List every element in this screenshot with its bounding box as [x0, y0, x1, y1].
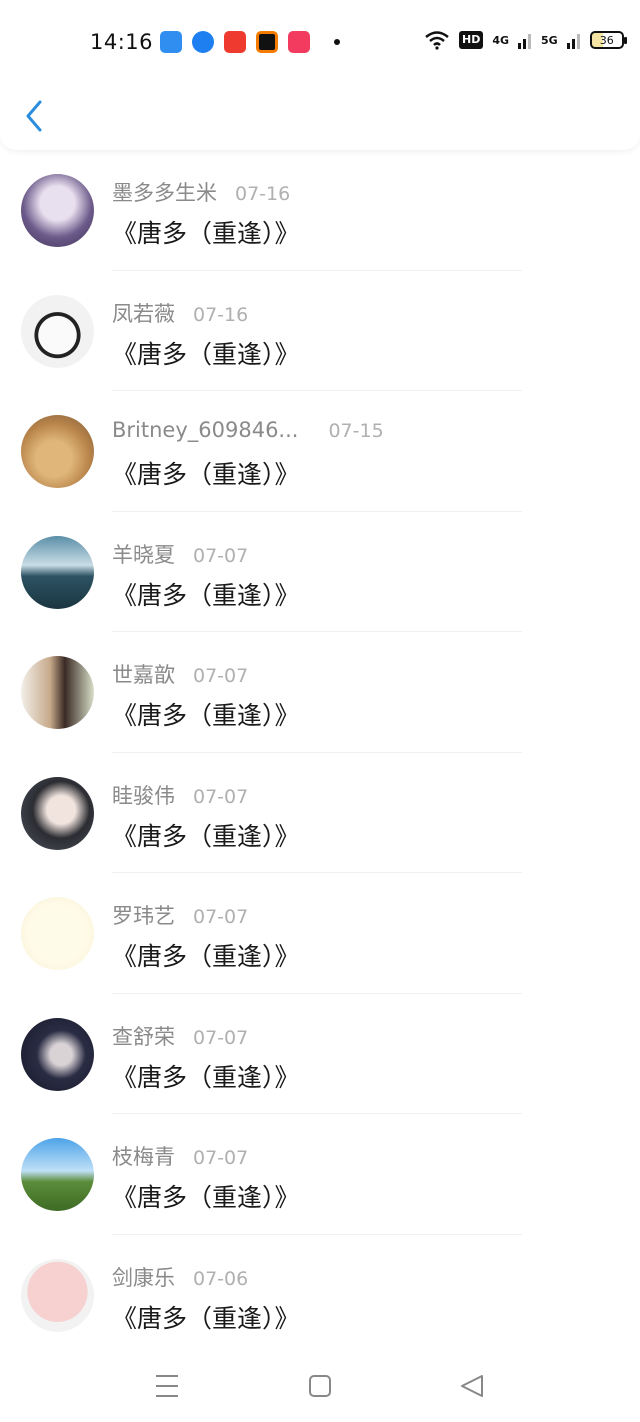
- system-icons: HD 4G 5G 36: [424, 30, 627, 50]
- comment-meta: 凤若薇 07-16: [112, 298, 248, 328]
- user-avatar[interactable]: [21, 174, 94, 247]
- battery-level: 36: [599, 33, 614, 47]
- system-nav-bar: [0, 1350, 640, 1422]
- home-button[interactable]: [300, 1368, 340, 1404]
- chevron-left-icon: [26, 100, 42, 132]
- user-name[interactable]: 世嘉歆: [112, 659, 175, 689]
- comment-text: 《唐多（重逢）》: [112, 821, 300, 851]
- comment-row[interactable]: 罗玮艺 07-07 《唐多（重逢）》: [0, 873, 640, 994]
- comment-row[interactable]: 查舒荣 07-07 《唐多（重逢）》: [0, 994, 640, 1114]
- user-avatar[interactable]: [21, 1258, 94, 1332]
- comment-meta: 眭骏伟 07-07: [112, 780, 248, 810]
- notification-icons: [160, 31, 340, 53]
- hd-badge: HD: [459, 31, 484, 49]
- comment-text: 《唐多（重逢）》: [112, 339, 300, 369]
- user-avatar[interactable]: [21, 656, 94, 729]
- user-name[interactable]: 凤若薇: [112, 298, 175, 328]
- comment-date: 07-07: [193, 785, 249, 808]
- top-header: 14:16 HD 4G 5G 36: [0, 0, 640, 150]
- comment-date: 07-16: [235, 183, 291, 205]
- comment-text: 《唐多（重逢）》: [112, 460, 300, 489]
- user-name[interactable]: 罗玮艺: [112, 900, 175, 930]
- user-avatar[interactable]: [21, 1138, 94, 1211]
- comment-row[interactable]: 墨多多生米 07-16 《唐多（重逢）》: [0, 150, 640, 271]
- comment-text: 《唐多（重逢）》: [112, 942, 300, 971]
- wifi-icon: [425, 31, 449, 50]
- app-notification-icon: [256, 31, 278, 53]
- comment-date: 07-16: [193, 303, 249, 326]
- battery-icon: 36: [589, 31, 627, 49]
- comment-row[interactable]: Britney_609846... 07-15 《唐多（重逢）》: [0, 391, 640, 512]
- comment-text: 《唐多（重逢）》: [112, 1303, 300, 1333]
- user-avatar[interactable]: [21, 415, 94, 488]
- comment-date: 07-07: [193, 544, 249, 567]
- status-bar: 14:16 HD 4G 5G 36: [0, 0, 640, 84]
- comment-text: 《唐多（重逢）》: [112, 701, 300, 730]
- comment-text: 《唐多（重逢）》: [112, 1062, 300, 1092]
- more-notifications-dot-icon: [334, 39, 340, 45]
- comment-meta: 查舒荣 07-07: [112, 1021, 248, 1051]
- status-time: 14:16: [90, 30, 154, 54]
- comment-date: 07-07: [193, 665, 249, 687]
- comment-meta: 世嘉歆 07-07: [112, 659, 248, 689]
- home-square-icon: [309, 1375, 331, 1397]
- app-notification-icon: [160, 31, 182, 53]
- user-name[interactable]: 眭骏伟: [112, 780, 175, 810]
- comment-list: 墨多多生米 07-16 《唐多（重逢）》 凤若薇 07-16 《唐多（重逢）》 Britne…: [0, 150, 640, 1355]
- user-name[interactable]: 查舒荣: [112, 1021, 175, 1051]
- comment-meta: 枝梅青 07-07: [112, 1141, 248, 1171]
- user-avatar[interactable]: [21, 294, 94, 368]
- back-triangle-icon: [461, 1375, 483, 1397]
- signal-icon: [566, 34, 580, 49]
- comment-row[interactable]: 羊晓夏 07-07 《唐多（重逢）》: [0, 512, 640, 632]
- comment-text: 《唐多（重逢）》: [112, 580, 300, 610]
- comment-date: 07-06: [193, 1267, 249, 1290]
- user-avatar[interactable]: [21, 535, 94, 609]
- nav-back-button[interactable]: [452, 1368, 492, 1404]
- app-notification-icon: [192, 31, 214, 53]
- app-notification-icon: [224, 31, 246, 53]
- comment-row[interactable]: 凤若薇 07-16 《唐多（重逢）》: [0, 271, 640, 391]
- signal-icon: [518, 34, 532, 49]
- comment-row[interactable]: 眭骏伟 07-07 《唐多（重逢）》: [0, 753, 640, 873]
- user-avatar[interactable]: [21, 897, 94, 970]
- menu-button[interactable]: [148, 1368, 188, 1404]
- comment-meta: 罗玮艺 07-07: [112, 900, 248, 930]
- user-name[interactable]: 枝梅青: [112, 1141, 175, 1171]
- comment-date: 07-07: [193, 1147, 249, 1169]
- user-avatar[interactable]: [21, 776, 94, 850]
- user-name[interactable]: 羊晓夏: [112, 539, 175, 569]
- comment-meta: 羊晓夏 07-07: [112, 539, 248, 569]
- comment-meta: Britney_609846... 07-15: [112, 418, 384, 442]
- app-notification-icon: [288, 31, 310, 53]
- comment-meta: 墨多多生米 07-16: [112, 177, 290, 207]
- comment-date: 07-15: [328, 420, 384, 442]
- network-5g-label: 5G: [541, 33, 558, 47]
- comment-text: 《唐多（重逢）》: [112, 1183, 300, 1212]
- user-avatar[interactable]: [21, 1017, 94, 1091]
- user-name[interactable]: 墨多多生米: [112, 177, 217, 207]
- user-name[interactable]: Britney_609846...: [112, 418, 298, 442]
- comment-row[interactable]: 剑康乐 07-06 《唐多（重逢）》: [0, 1235, 640, 1355]
- comment-text: 《唐多（重逢）》: [112, 219, 300, 248]
- comment-date: 07-07: [193, 906, 249, 928]
- comment-date: 07-07: [193, 1026, 249, 1049]
- comment-row[interactable]: 世嘉歆 07-07 《唐多（重逢）》: [0, 632, 640, 753]
- user-name[interactable]: 剑康乐: [112, 1262, 175, 1292]
- menu-icon: [156, 1375, 178, 1397]
- comment-row[interactable]: 枝梅青 07-07 《唐多（重逢）》: [0, 1114, 640, 1235]
- comment-meta: 剑康乐 07-06: [112, 1262, 248, 1292]
- back-button[interactable]: [20, 96, 50, 136]
- network-4g-label: 4G: [492, 33, 510, 47]
